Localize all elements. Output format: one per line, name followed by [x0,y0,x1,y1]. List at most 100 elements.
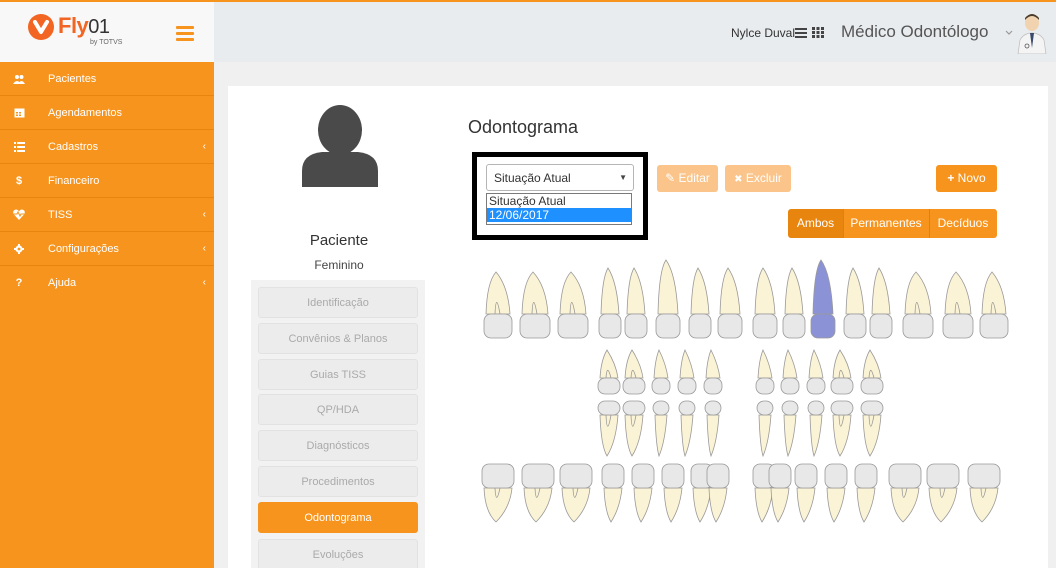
tooth[interactable] [854,463,878,523]
tooth[interactable] [678,400,696,458]
tooth[interactable] [860,400,884,457]
list-icon[interactable] [795,27,807,38]
tooth[interactable] [830,400,854,457]
tooth[interactable] [967,463,1001,523]
tooth[interactable] [824,463,848,523]
tooth[interactable] [902,271,934,339]
sidebar-item-cadastros[interactable]: Cadastros ‹ [0,130,214,164]
chevron-left-icon: ‹ [202,141,206,152]
gear-icon [12,232,26,268]
tooth[interactable] [624,267,648,339]
tooth[interactable] [557,271,589,339]
tooth[interactable] [843,267,867,339]
tooth[interactable] [717,267,743,339]
chevron-left-icon: ‹ [202,209,206,220]
tooth[interactable] [483,271,513,339]
caret-down-icon: ▼ [619,173,627,182]
question-icon: ? [15,277,23,289]
patient-name: Paciente [309,232,369,249]
editar-button[interactable]: ✎ Editar [657,165,718,192]
menu-icon[interactable] [176,26,194,41]
sidebar-item-label: Configurações [48,243,119,255]
sidebar-item-label: Pacientes [48,73,97,85]
tooth[interactable] [806,349,826,395]
tooth[interactable] [768,463,792,523]
tooth[interactable] [704,400,722,458]
menu-procedimentos[interactable]: Procedimentos [258,466,418,497]
tooth[interactable] [706,463,730,523]
tooth[interactable] [598,267,622,339]
chevron-down-icon[interactable] [1005,30,1013,36]
times-icon: ✖ [734,174,743,185]
menu-qp-hda[interactable]: QP/HDA [258,394,418,425]
users-icon [12,62,26,98]
calendar-icon [12,96,26,132]
tooth[interactable] [780,349,800,395]
tooth[interactable] [652,400,670,458]
tooth[interactable] [869,267,893,339]
tooth[interactable] [655,259,681,339]
tooth[interactable] [521,463,555,523]
tooth[interactable] [688,267,712,339]
tooth[interactable] [755,349,775,395]
menu-convenios-planos[interactable]: Convênios & Planos [258,323,418,354]
tooth[interactable] [860,349,884,395]
sidebar-item-financeiro[interactable]: $ Financeiro [0,164,214,198]
menu-identificacao[interactable]: Identificação [258,287,418,318]
role-dropdown[interactable]: Médico Odontólogo [841,22,988,42]
user-name[interactable]: Nylce Duval [731,26,795,40]
sidebar-item-tiss[interactable]: TISS ‹ [0,198,214,232]
tooth[interactable] [622,349,646,395]
tooth[interactable] [651,349,671,395]
tooth[interactable] [622,400,646,457]
novo-button[interactable]: + Novo [936,165,997,192]
sidebar-item-label: Ajuda [48,277,77,289]
tooth[interactable] [926,463,960,523]
list-icon [12,130,26,166]
tooth[interactable] [677,349,697,395]
page-title: Odontograma [468,117,579,137]
menu-guias-tiss[interactable]: Guias TISS [258,359,418,390]
tooth[interactable] [810,259,836,339]
tooth[interactable] [979,271,1009,339]
tooth[interactable] [807,400,825,458]
tooth[interactable] [888,463,922,523]
tooth[interactable] [756,400,774,458]
odontograma-select[interactable]: Situação Atual ▼ [486,164,634,191]
tooth[interactable] [752,267,778,339]
grid-icon[interactable] [812,27,824,38]
patient-gender: Feminino [314,258,364,272]
sidebar-item-label: TISS [48,209,73,221]
tooth[interactable] [601,463,625,523]
tooth[interactable] [794,463,818,523]
tooth[interactable] [661,463,685,523]
excluir-button[interactable]: ✖ Excluir [725,165,791,192]
filter-permanentes[interactable]: Permanentes [843,209,929,238]
tooth[interactable] [703,349,723,395]
select-value: Situação Atual [494,171,571,185]
sidebar-item-ajuda[interactable]: ? Ajuda ‹ [0,266,214,300]
tooth[interactable] [631,463,655,523]
tooth[interactable] [519,271,551,339]
tooth[interactable] [481,463,515,523]
top-bar: Fly01 by TOTVS Nylce Duval Médico Odontó… [0,0,1056,62]
sidebar-item-configuracoes[interactable]: Configurações ‹ [0,232,214,266]
menu-evolucoes[interactable]: Evoluções [258,539,418,568]
tooth[interactable] [781,400,799,458]
select-option-highlighted[interactable]: 12/06/2017 [487,208,631,222]
doctor-avatar-icon[interactable] [1016,12,1048,54]
menu-odontograma[interactable]: Odontograma [258,502,418,533]
tooth[interactable] [597,349,621,395]
tooth[interactable] [782,267,806,339]
filter-deciduos[interactable]: Decíduos [929,209,997,238]
sidebar-item-agendamentos[interactable]: Agendamentos [0,96,214,130]
tooth[interactable] [559,463,593,523]
select-option[interactable]: Situação Atual [487,194,631,208]
tooth[interactable] [942,271,974,339]
tooth[interactable] [597,400,621,457]
menu-diagnosticos[interactable]: Diagnósticos [258,430,418,461]
filter-ambos[interactable]: Ambos [788,209,843,238]
sidebar-item-pacientes[interactable]: Pacientes [0,62,214,96]
chevron-left-icon: ‹ [202,277,206,288]
tooth[interactable] [830,349,854,395]
